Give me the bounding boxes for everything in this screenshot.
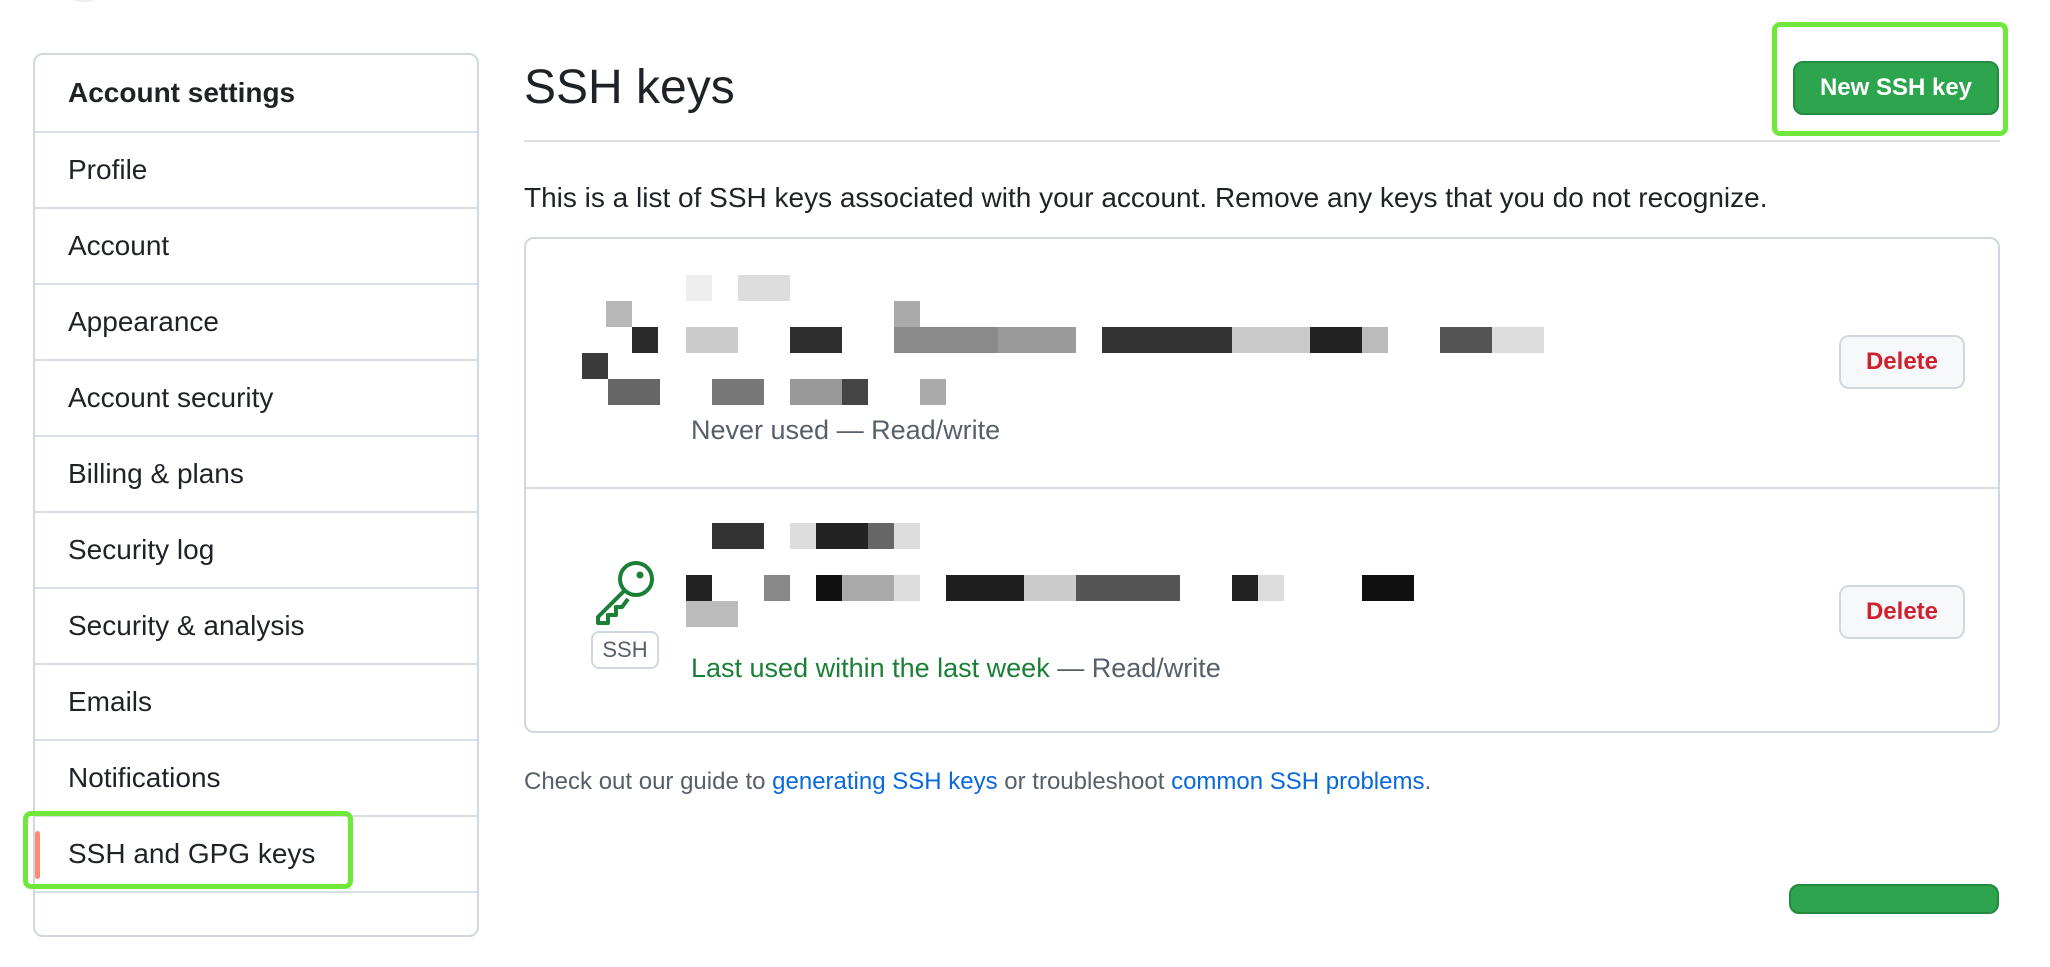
common-ssh-problems-link[interactable]: common SSH problems [1171,768,1424,795]
settings-sidebar: Account settings Profile Account Appeara… [33,53,479,937]
delete-key-button[interactable]: Delete [1839,335,1965,389]
sidebar-item-profile[interactable]: Profile [35,131,477,207]
key-usage-meta: Last used within the last week — Read/wr… [691,653,1221,684]
ssh-badge: SSH [591,631,659,669]
ssh-key-row: SSH Last used within the last week — Rea… [526,487,1998,735]
sidebar-item-security-log[interactable]: Security log [35,511,477,587]
sidebar-item-security-analysis[interactable]: Security & analysis [35,587,477,663]
help-note-suffix: . [1424,768,1432,795]
sidebar-item-account[interactable]: Account [35,207,477,283]
avatar[interactable] [60,0,108,2]
sidebar-item-billing-plans[interactable]: Billing & plans [35,435,477,511]
key-usage: Never used [691,415,830,445]
sidebar-item-notifications[interactable]: Notifications [35,739,477,815]
sidebar-header: Account settings [68,77,296,108]
key-usage: Last used within the last week [691,653,1050,683]
help-note: Check out our guide to generating SSH ke… [524,768,1431,796]
key-icon [596,561,654,625]
ssh-key-list: Never used — Read/write Delete SSH Last … [524,237,2000,733]
intro-text: This is a list of SSH keys associated wi… [524,182,1768,213]
sidebar-item-next[interactable] [35,891,477,967]
bottom-new-ssh-key-button[interactable] [1789,884,1999,914]
delete-key-button[interactable]: Delete [1839,585,1965,639]
key-usage-meta: Never used — Read/write [691,415,1000,446]
page-title: SSH keys [524,61,735,114]
sidebar-item-emails[interactable]: Emails [35,663,477,739]
sidebar-item-label: SSH and GPG keys [68,838,316,869]
key-access: — Read/write [1057,653,1221,683]
generating-ssh-keys-link[interactable]: generating SSH keys [772,768,997,795]
sidebar-item-account-security[interactable]: Account security [35,359,477,435]
help-note-prefix: Check out our guide to [524,768,773,795]
new-ssh-key-button[interactable]: New SSH key [1793,61,1999,115]
sidebar-item-ssh-gpg-keys[interactable]: SSH and GPG keys [35,815,477,891]
sidebar-item-appearance[interactable]: Appearance [35,283,477,359]
key-access: — Read/write [836,415,1001,445]
title-divider [524,140,2000,142]
active-indicator [35,831,40,879]
ssh-key-row: Never used — Read/write Delete [526,239,1998,485]
help-note-middle: or troubleshoot [997,768,1172,795]
